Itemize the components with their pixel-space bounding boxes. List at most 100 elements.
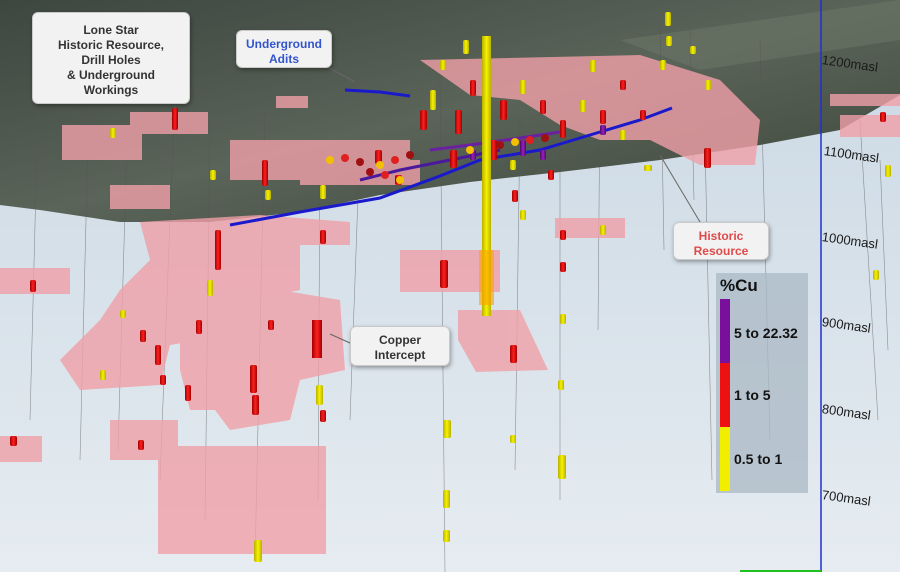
assay-cylinder [120, 310, 126, 318]
assay-cylinder [540, 150, 546, 160]
assay-cylinder [510, 435, 516, 443]
assay-cylinder [420, 110, 427, 130]
assay-bead [511, 138, 519, 146]
assay-cylinder [265, 190, 271, 200]
assay-bead [496, 141, 504, 149]
assay-cylinder [455, 110, 462, 134]
assay-cylinder [660, 60, 666, 70]
assay-cylinder [665, 12, 671, 26]
assay-cylinder [690, 46, 696, 54]
callout-adits-line-1: Underground [246, 37, 322, 51]
assay-cylinder [558, 455, 566, 479]
assay-cylinder [10, 436, 17, 446]
assay-cylinder [620, 130, 626, 140]
assay-cylinder [510, 160, 516, 170]
assay-cylinder [490, 140, 497, 160]
assay-cylinder [590, 60, 596, 72]
callout-historic-line-2: Resource [693, 244, 749, 258]
drill-hole-main-intercept [479, 250, 494, 305]
assay-bead [396, 176, 404, 184]
assay-cylinder [440, 60, 446, 70]
assay-cylinder [510, 345, 517, 363]
assay-bead [541, 134, 549, 142]
legend-swatch-mid [720, 363, 730, 427]
assay-bead [366, 168, 374, 176]
assay-cylinder [215, 230, 221, 270]
assay-cylinder [600, 225, 606, 235]
assay-bead [356, 158, 364, 166]
assay-bead [466, 146, 474, 154]
legend-swatch-low [720, 427, 730, 491]
assay-cylinder [450, 150, 457, 168]
assay-cylinder [880, 112, 886, 122]
assay-cylinder [600, 125, 606, 135]
assay-cylinder [463, 40, 469, 54]
callout-copper-line-1: Copper [379, 333, 421, 347]
assay-bead [326, 156, 334, 164]
assay-cylinder [512, 190, 518, 202]
assay-cylinder [262, 160, 268, 186]
assay-cylinder [560, 120, 566, 138]
callout-lone-star-line-4: & Underground [67, 68, 155, 82]
callout-lone-star-line-5: Workings [83, 83, 139, 97]
assay-cylinder [600, 110, 606, 124]
assay-cylinder [254, 540, 262, 562]
assay-cylinder [430, 90, 436, 110]
assay-bead [406, 151, 414, 159]
assay-bead [376, 161, 384, 169]
legend-swatch-high [720, 299, 730, 363]
copper-intercept-cylinder [312, 320, 322, 358]
cu-grade-legend: %Cu 5 to 22.32 1 to 5 0.5 to 1 [716, 273, 808, 493]
assay-cylinder [500, 100, 507, 120]
assay-bead [526, 136, 534, 144]
assay-cylinder [666, 36, 672, 46]
assay-cylinder [520, 80, 526, 94]
callout-historic-line-1: Historic [698, 229, 744, 243]
callout-underground-adits: Underground Adits [236, 30, 332, 68]
assay-cylinder [196, 320, 202, 334]
assay-cylinder [873, 270, 879, 280]
assay-cylinder [320, 230, 326, 244]
assay-cylinder [207, 280, 213, 296]
assay-cylinder [520, 140, 526, 156]
assay-cylinder [320, 410, 326, 422]
assay-cylinder [620, 80, 626, 90]
assay-bead [391, 156, 399, 164]
callout-lone-star-line-1: Lone Star [83, 23, 139, 37]
legend-label-low: 0.5 to 1 [734, 451, 783, 467]
assay-cylinder [138, 440, 144, 450]
assay-cylinder [443, 530, 450, 542]
assay-bead [341, 154, 349, 162]
assay-cylinder [520, 210, 526, 220]
assay-cylinder [443, 490, 450, 508]
assay-cylinder [560, 262, 566, 272]
callout-adits-line-2: Adits [269, 52, 299, 66]
assay-cylinder [316, 385, 323, 405]
callout-lone-star-line-2: Historic Resource, [57, 38, 165, 52]
callout-lone-star: Lone Star Historic Resource, Drill Holes… [32, 12, 190, 104]
assay-cylinder [560, 230, 566, 240]
assay-cylinder [320, 185, 326, 199]
legend-label-high: 5 to 22.32 [734, 325, 798, 341]
assay-cylinder [140, 330, 146, 342]
callout-copper-line-2: Intercept [374, 348, 426, 362]
assay-cylinder [540, 100, 546, 114]
assay-cylinder [470, 80, 476, 96]
assay-cylinder [110, 128, 116, 138]
assay-cylinder [252, 395, 259, 415]
assay-cylinder [100, 370, 106, 380]
assay-cylinder [440, 260, 448, 288]
assay-cylinder [560, 314, 566, 324]
legend-title: %Cu [720, 276, 758, 295]
callout-historic-resource: Historic Resource [673, 222, 769, 260]
assay-cylinder [250, 365, 257, 393]
assay-cylinder [155, 345, 161, 365]
assay-cylinder [705, 80, 711, 90]
legend-label-mid: 1 to 5 [734, 387, 771, 403]
assay-cylinder [558, 380, 564, 390]
assay-bead [381, 171, 389, 179]
assay-cylinder [548, 170, 554, 180]
assay-cylinder [644, 165, 652, 171]
assay-cylinder [640, 110, 646, 120]
assay-cylinder [443, 420, 451, 438]
